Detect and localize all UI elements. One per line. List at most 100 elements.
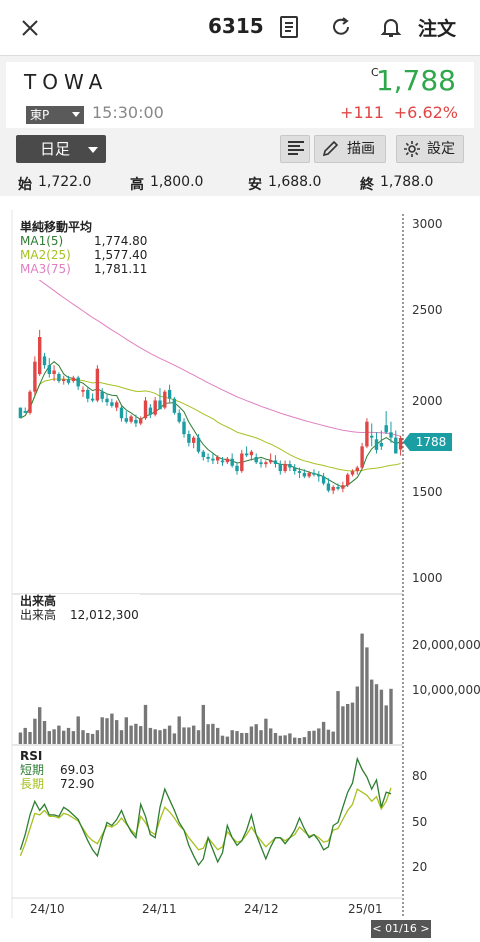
- close-value: 1,788.0: [380, 174, 434, 190]
- candle-body: [249, 451, 254, 456]
- candle-body: [370, 435, 374, 438]
- volume-legend: 出来高 出来高 12,012,300: [20, 594, 140, 626]
- volume-bar: [182, 727, 186, 744]
- candle-body: [350, 471, 355, 475]
- volume-bar: [47, 731, 51, 744]
- volume-bar: [110, 713, 114, 744]
- candle-body: [196, 437, 201, 452]
- ma-legend: 単純移動平均 MA1(5) 1,774.80 MA2(25) 1,577.40 MA…: [20, 220, 150, 280]
- candle-body: [360, 446, 364, 468]
- x-tick-oct: 24/10: [30, 902, 65, 916]
- draw-label: 描画: [347, 141, 375, 157]
- low-value: 1,688.0: [268, 174, 322, 190]
- candle-body: [42, 356, 47, 366]
- candle-body: [394, 437, 398, 454]
- candle-body: [374, 439, 379, 450]
- candle-body: [62, 379, 66, 382]
- candle-body: [172, 398, 177, 413]
- volume-bar: [244, 733, 249, 744]
- volume-bar: [216, 727, 220, 744]
- y-tick-2500: 2500: [412, 303, 443, 317]
- volume-bar: [52, 729, 56, 744]
- volume-bar: [57, 725, 61, 744]
- close-icon[interactable]: [18, 16, 42, 40]
- volume-bar: [196, 730, 201, 744]
- low-label: 安: [248, 177, 262, 193]
- candle-body: [293, 467, 297, 472]
- settings-button[interactable]: 設定: [396, 135, 464, 163]
- candle-body: [355, 467, 359, 472]
- x-tick-dec: 24/12: [244, 902, 279, 916]
- volume-bar: [374, 684, 379, 744]
- gear-icon: [404, 141, 420, 157]
- volume-bar: [153, 729, 157, 744]
- volume-bar: [360, 633, 364, 744]
- volume-bar: [312, 730, 316, 744]
- draw-button[interactable]: 描画: [314, 135, 386, 163]
- vol-tick-20m: 20,000,000: [412, 638, 480, 652]
- candle-body: [259, 462, 263, 465]
- volume-bar: [225, 736, 230, 744]
- volume-bar: [163, 728, 167, 744]
- candle-body: [307, 472, 311, 477]
- volume-bar: [129, 725, 133, 744]
- volume-bar: [66, 727, 71, 744]
- candle-body: [216, 457, 220, 461]
- exchange-select[interactable]: 東P: [26, 106, 84, 124]
- volume-bar: [230, 730, 234, 744]
- candle-body: [139, 418, 143, 424]
- indicator-button[interactable]: [280, 135, 310, 163]
- stock-name: TOWA: [24, 70, 109, 94]
- candle-body: [244, 453, 249, 456]
- chart-controls: 日足 描画 設定: [0, 128, 480, 170]
- exchange-label: 東P: [30, 108, 50, 122]
- volume-bar: [336, 691, 340, 744]
- volume-bar: [38, 707, 42, 744]
- volume-bar: [240, 733, 244, 744]
- refresh-icon[interactable]: [328, 14, 354, 40]
- rsi-long-value: 72.90: [60, 777, 95, 791]
- candle-body: [163, 391, 167, 408]
- volume-bar: [302, 737, 307, 744]
- candle-body: [158, 400, 162, 410]
- volume-bar: [273, 733, 278, 744]
- volume-bar: [33, 718, 37, 744]
- chevron-down-icon: [72, 112, 80, 117]
- period-select[interactable]: 日足: [16, 135, 106, 163]
- volume-bar: [90, 733, 95, 744]
- volume-bar: [389, 688, 393, 744]
- candle-body: [398, 437, 403, 450]
- volume-bar: [254, 724, 258, 744]
- ma3-value: 1,781.11: [94, 262, 148, 276]
- high-value: 1,800.0: [150, 174, 204, 190]
- candle-body: [119, 407, 124, 419]
- volume-value: 12,012,300: [70, 608, 139, 622]
- cursor-date-tag[interactable]: < 01/16 >: [371, 920, 431, 938]
- ma2-label: MA2(25): [20, 248, 71, 262]
- stock-chart[interactable]: [0, 196, 480, 942]
- candle-body: [254, 457, 258, 463]
- order-button[interactable]: 注文: [418, 14, 456, 41]
- candle-body: [33, 361, 37, 392]
- candle-body: [384, 425, 388, 433]
- candle-body: [148, 407, 153, 415]
- candle-body: [177, 412, 181, 422]
- memo-icon[interactable]: [276, 14, 302, 40]
- candle-body: [100, 391, 104, 399]
- candle-body: [317, 474, 321, 477]
- volume-bar: [370, 679, 374, 744]
- candle-body: [273, 460, 278, 464]
- bell-icon[interactable]: [378, 14, 404, 40]
- price-change: +111: [340, 103, 384, 122]
- rsi-tick-20: 20: [412, 860, 428, 874]
- chart-area[interactable]: 単純移動平均 MA1(5) 1,774.80 MA2(25) 1,577.40 MA…: [0, 196, 480, 942]
- volume-bar: [115, 720, 119, 744]
- candle-body: [110, 402, 114, 406]
- close-label: 終: [360, 177, 374, 193]
- volume-bar: [100, 717, 104, 744]
- volume-bar: [365, 647, 369, 744]
- candle-body: [312, 472, 316, 475]
- candle-body: [278, 464, 282, 472]
- ma2-line: [20, 378, 401, 472]
- candle-body: [95, 368, 100, 401]
